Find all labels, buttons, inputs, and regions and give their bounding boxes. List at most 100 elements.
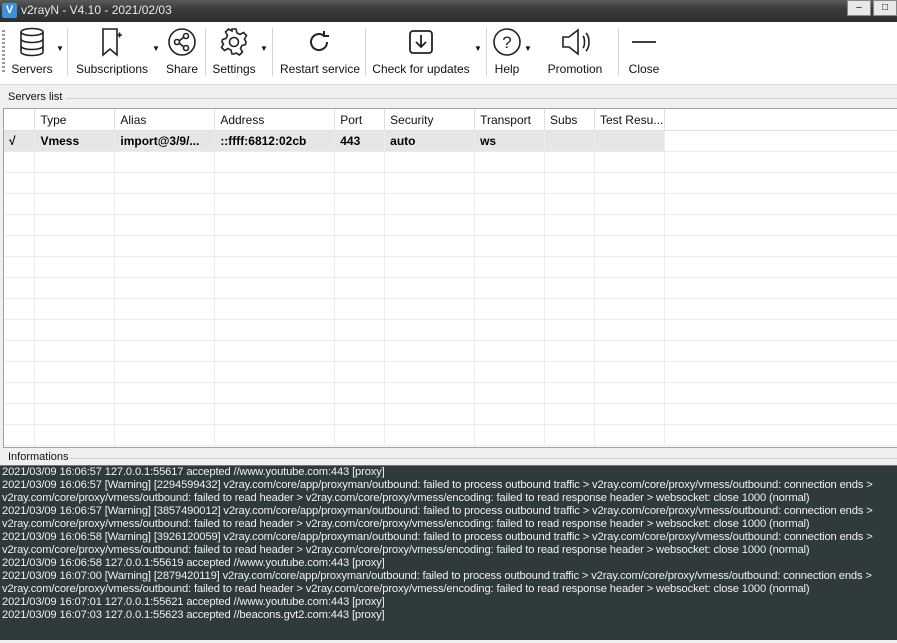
empty-row xyxy=(4,424,897,446)
close-label: Close xyxy=(628,62,660,76)
toolbar-grip[interactable] xyxy=(2,30,5,74)
cell-check xyxy=(4,424,36,446)
maximize-button[interactable]: □ xyxy=(873,0,897,16)
empty-row xyxy=(4,193,897,215)
cell-port xyxy=(334,340,386,362)
column-header-check[interactable] xyxy=(4,109,36,131)
help-icon: ? xyxy=(492,26,522,58)
log-output[interactable]: 2021/03/09 16:06:57 127.0.0.1:55617 acce… xyxy=(0,465,897,640)
cell-security xyxy=(384,382,476,404)
toolbar-separator xyxy=(67,28,68,76)
bookmark-add-icon xyxy=(74,26,150,58)
column-header-type[interactable]: Type xyxy=(34,109,116,131)
cell-type xyxy=(34,382,116,404)
cell-type xyxy=(34,298,116,320)
cell-subs[interactable] xyxy=(544,130,595,152)
log-line: 2021/03/09 16:07:01 127.0.0.1:55621 acce… xyxy=(2,596,385,608)
column-header-test-result[interactable]: Test Resu... xyxy=(594,109,665,131)
cell-type xyxy=(34,277,116,299)
cell-test-result xyxy=(594,193,665,215)
share-button[interactable]: Share xyxy=(164,26,200,80)
help-label: Help xyxy=(494,62,520,76)
group-divider xyxy=(70,458,897,459)
restart-service-label: Restart service xyxy=(280,62,361,76)
toolbar-separator xyxy=(486,28,487,76)
cell-test-result xyxy=(594,424,665,446)
servers-dropdown-arrow-icon[interactable]: ▼ xyxy=(56,44,64,53)
log-line: v2ray.com/core/proxy/vmess/outbound: fai… xyxy=(2,544,810,556)
cell-test-result xyxy=(594,361,665,383)
cell-subs xyxy=(544,193,595,215)
cell-filler xyxy=(664,319,897,341)
cell-type[interactable]: Vmess xyxy=(34,130,116,152)
log-line: 2021/03/09 16:06:57 [Warning] [229459943… xyxy=(2,479,873,491)
subscriptions-dropdown-arrow-icon[interactable]: ▼ xyxy=(152,44,160,53)
cell-port xyxy=(334,403,386,425)
cell-filler xyxy=(664,340,897,362)
empty-row xyxy=(4,256,897,278)
settings-button[interactable]: Settings xyxy=(211,26,257,80)
servers-button[interactable]: Servers xyxy=(10,26,54,80)
database-icon xyxy=(10,26,54,58)
cell-type xyxy=(34,340,116,362)
promotion-button[interactable]: Promotion xyxy=(544,26,606,80)
log-line: 2021/03/09 16:06:58 127.0.0.1:55619 acce… xyxy=(2,557,385,569)
minimize-button[interactable]: – xyxy=(847,0,871,16)
cell-security xyxy=(384,214,476,236)
cell-test-result xyxy=(594,214,665,236)
cell-security xyxy=(384,277,476,299)
restart-service-button[interactable]: Restart service xyxy=(280,26,361,80)
cell-transport[interactable]: ws xyxy=(474,130,546,152)
column-header-alias[interactable]: Alias xyxy=(114,109,216,131)
column-header-subs[interactable]: Subs xyxy=(544,109,595,131)
cell-address xyxy=(214,256,336,278)
settings-dropdown-arrow-icon[interactable]: ▼ xyxy=(260,44,268,53)
servers-list-label: Servers list xyxy=(8,91,63,103)
server-row[interactable]: √ Vmess import@3/9/...::ffff:6812:02cb 443 a… xyxy=(4,130,897,152)
cell-alias[interactable]: import@3/9/... xyxy=(114,130,216,152)
cell-address[interactable]: ::ffff:6812:02cb xyxy=(214,130,336,152)
cell-transport xyxy=(474,298,546,320)
cell-check xyxy=(4,298,36,320)
cell-test-result xyxy=(594,235,665,257)
cell-security xyxy=(384,172,476,194)
cell-subs xyxy=(544,235,595,257)
subscriptions-button[interactable]: Subscriptions xyxy=(74,26,150,80)
cell-security xyxy=(384,340,476,362)
cell-security xyxy=(384,319,476,341)
empty-row xyxy=(4,403,897,425)
cell-check[interactable]: √ xyxy=(4,130,36,152)
check-updates-dropdown-arrow-icon[interactable]: ▼ xyxy=(474,44,482,53)
log-line: 2021/03/09 16:06:58 [Warning] [392612005… xyxy=(2,531,873,543)
close-button[interactable]: Close xyxy=(626,26,662,80)
help-button[interactable]: ? Help xyxy=(492,26,522,80)
cell-check xyxy=(4,256,36,278)
column-header-transport[interactable]: Transport xyxy=(474,109,546,131)
column-header-port[interactable]: Port xyxy=(334,109,386,131)
cell-port[interactable]: 443 xyxy=(334,130,386,152)
empty-row xyxy=(4,319,897,341)
servers-grid[interactable]: Type Alias Address Port Security Transpo… xyxy=(3,108,897,448)
cell-security xyxy=(384,256,476,278)
column-header-address[interactable]: Address xyxy=(214,109,336,131)
cell-alias xyxy=(114,256,216,278)
cell-port xyxy=(334,277,386,299)
cell-test-result[interactable] xyxy=(594,130,665,152)
cell-security xyxy=(384,298,476,320)
check-updates-button[interactable]: Check for updates xyxy=(372,26,470,80)
cell-address xyxy=(214,382,336,404)
log-line: 2021/03/09 16:07:00 [Warning] [287942011… xyxy=(2,570,872,582)
cell-alias xyxy=(114,403,216,425)
cell-security[interactable]: auto xyxy=(384,130,476,152)
cell-address xyxy=(214,319,336,341)
cell-transport xyxy=(474,193,546,215)
column-header-security[interactable]: Security xyxy=(384,109,476,131)
cell-address xyxy=(214,340,336,362)
cell-test-result xyxy=(594,403,665,425)
cell-filler xyxy=(664,256,897,278)
cell-transport xyxy=(474,235,546,257)
cell-security xyxy=(384,403,476,425)
help-dropdown-arrow-icon[interactable]: ▼ xyxy=(524,44,532,53)
log-line: v2ray.com/core/proxy/vmess/outbound: fai… xyxy=(2,518,810,530)
gear-icon xyxy=(211,26,257,58)
